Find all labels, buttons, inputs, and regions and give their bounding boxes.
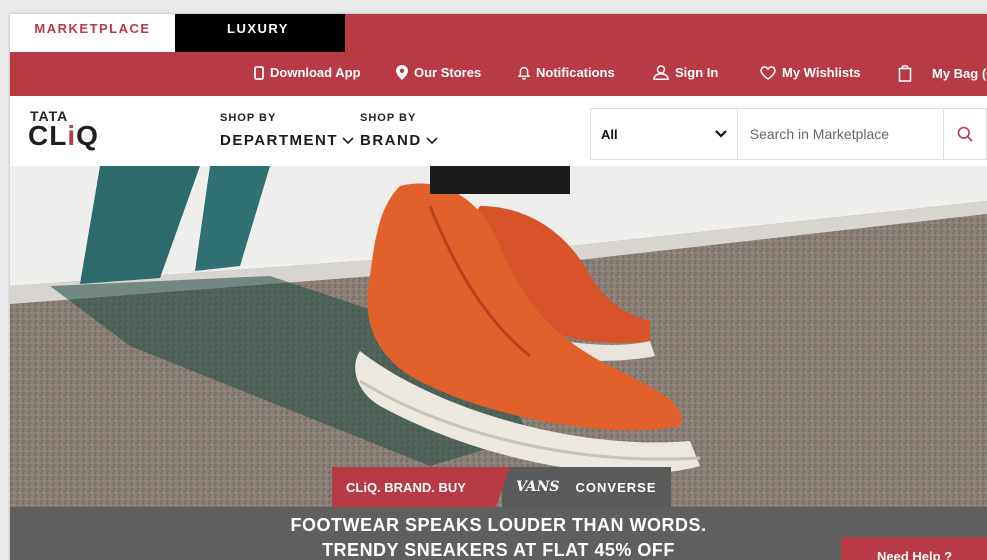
notifications-label: Notifications (536, 65, 615, 80)
logo-q: Q (76, 120, 99, 151)
sign-in-label: Sign In (675, 65, 719, 80)
shopping-bag-icon (898, 65, 912, 82)
bag-label: My Bag (0 (932, 66, 987, 81)
our-stores-label: Our Stores (414, 65, 482, 80)
tabs-background (345, 14, 987, 52)
category-select[interactable]: All (591, 109, 738, 159)
converse-logo: CONVERSE (575, 479, 657, 495)
store-tabs: MARKETPLACE LUXURY (10, 14, 987, 52)
chevron-down-icon (426, 136, 438, 144)
download-app-link[interactable]: Download App (254, 65, 361, 80)
logo-cliq-text: CLiQ (28, 120, 99, 152)
notifications-link[interactable]: Notifications (518, 65, 615, 80)
chevron-down-icon (342, 136, 354, 144)
utility-bar: Download App Our Stores Notifications Si… (10, 52, 987, 96)
vans-logo: VANS (516, 479, 560, 495)
location-pin-icon (396, 65, 408, 80)
promo-tag: CLiQ. BRAND. BUY VANS CONVERSE (332, 467, 671, 507)
tab-luxury[interactable]: LUXURY (175, 14, 345, 52)
brand-label: BRAND (360, 132, 422, 149)
brand-menu[interactable]: BRAND (360, 132, 438, 149)
bell-icon (518, 66, 530, 80)
shop-by-label-2: SHOP BY (360, 112, 417, 124)
site-header: TATA CLiQ SHOP BY DEPARTMENT SHOP BY BRA… (10, 96, 987, 166)
logo-cl: CL (28, 120, 68, 151)
need-help-button[interactable]: Need Help ? (841, 537, 987, 560)
promo-tagline: CLiQ. BRAND. BUY (332, 467, 510, 507)
hero-banner[interactable]: CLiQ. BRAND. BUY VANS CONVERSE FOOTWEAR … (10, 166, 987, 560)
department-label: DEPARTMENT (220, 132, 339, 149)
wishlists-label: My Wishlists (782, 65, 861, 80)
shop-by-label-1: SHOP BY (220, 112, 277, 124)
heart-icon (760, 65, 776, 80)
browser-viewport: MARKETPLACE LUXURY Download App Our Stor… (10, 14, 987, 560)
category-select-value: All (601, 126, 618, 142)
user-icon (653, 65, 669, 80)
chevron-down-icon (714, 130, 727, 138)
logo-i: i (67, 120, 77, 151)
bag-link[interactable]: My Bag (0 (898, 65, 987, 82)
our-stores-link[interactable]: Our Stores (396, 65, 481, 80)
phone-icon (254, 65, 264, 80)
search-icon (957, 126, 973, 142)
search-button[interactable] (942, 109, 986, 159)
download-app-label: Download App (270, 65, 361, 80)
search-bar: All (590, 108, 987, 160)
tab-marketplace[interactable]: MARKETPLACE (10, 14, 175, 52)
wishlists-link[interactable]: My Wishlists (760, 65, 861, 80)
search-input[interactable] (737, 109, 943, 159)
department-menu[interactable]: DEPARTMENT (220, 132, 354, 149)
hero-headline-1: FOOTWEAR SPEAKS LOUDER THAN WORDS. (290, 515, 707, 535)
promo-brands: VANS CONVERSE (502, 467, 671, 507)
sign-in-link[interactable]: Sign In (653, 65, 718, 80)
